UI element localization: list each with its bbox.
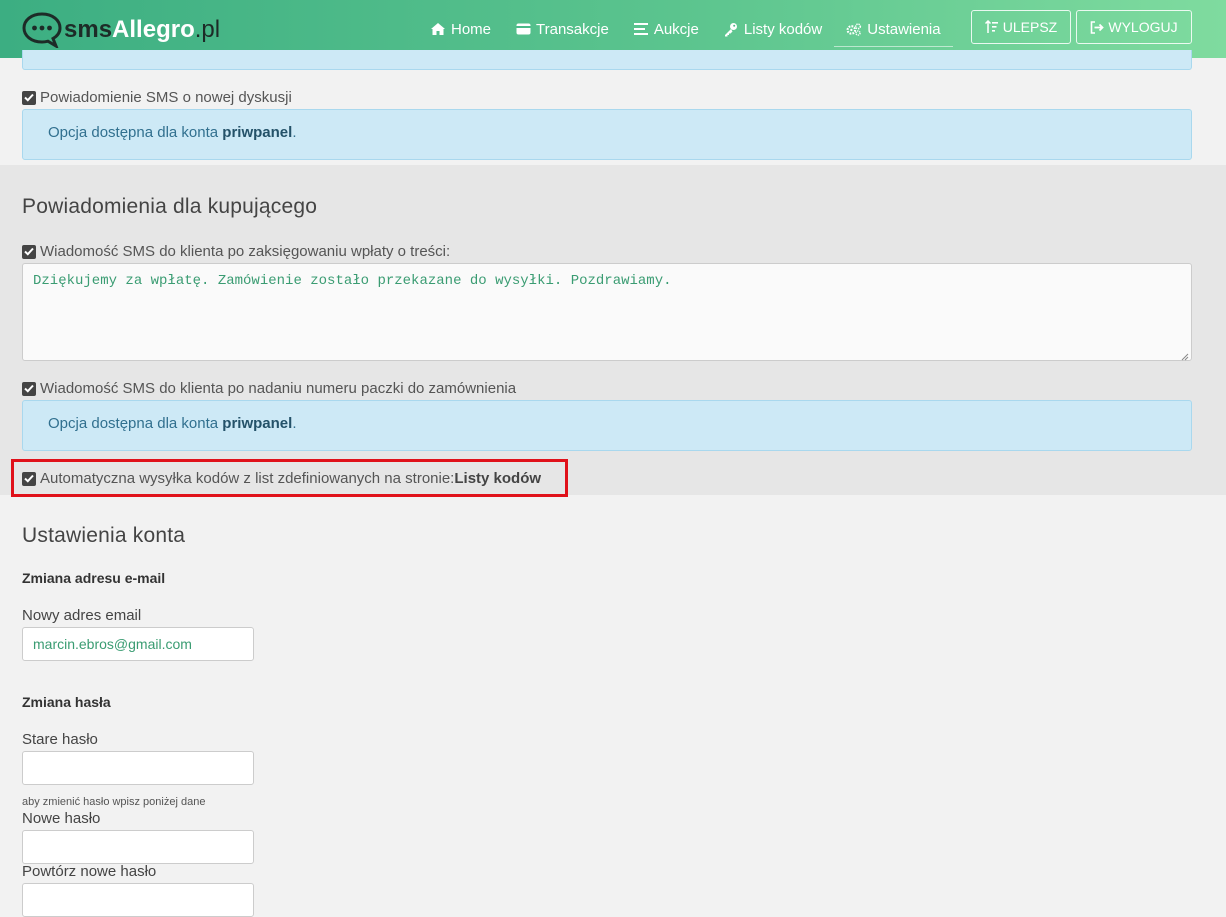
discussion-sms-checkbox-row[interactable]: Powiadomienie SMS o nowej dyskusji xyxy=(22,89,292,106)
sort-amount-icon xyxy=(984,20,999,34)
email-change-heading: Zmiana adresu e-mail xyxy=(22,570,166,586)
home-icon xyxy=(430,21,446,37)
checkbox-checked-icon[interactable] xyxy=(22,90,36,105)
discussion-sms-label: Powiadomienie SMS o nowej dyskusji xyxy=(40,89,292,106)
logout-button[interactable]: WYLOGUJ xyxy=(1076,10,1192,44)
logo-sms: sms xyxy=(64,16,113,43)
parcel-sms-label: Wiadomość SMS do klienta po nadaniu nume… xyxy=(40,380,517,397)
chat-bubble-logo-icon xyxy=(22,12,62,50)
email-value: marcin.ebros@gmail.com xyxy=(33,636,192,652)
nav-label-ustawienia: Ustawienia xyxy=(867,20,941,38)
password-change-heading: Zmiana hasła xyxy=(22,694,111,710)
resize-grip-icon[interactable] xyxy=(1181,350,1189,361)
site-logo[interactable]: smsAllegro.pl xyxy=(22,10,220,50)
account-settings-heading: Ustawienia konta xyxy=(22,524,186,547)
info-prefix: Opcja dostępna dla konta xyxy=(48,124,223,141)
info-box-discussion: Opcja dostępna dla konta priwpanel. xyxy=(22,109,1192,160)
info-plan: priwpanel xyxy=(222,124,293,141)
info-suffix: . xyxy=(292,124,297,141)
info-plan: priwpanel xyxy=(222,415,293,432)
highlight-box xyxy=(11,459,568,497)
email-label: Nowy adres email xyxy=(22,607,142,624)
new-password-label: Nowe hasło xyxy=(22,810,101,827)
info-prefix: Opcja dostępna dla konta xyxy=(48,415,223,432)
key-icon xyxy=(723,21,739,37)
buyer-notifications-heading: Powiadomienia dla kupującego xyxy=(22,195,318,218)
repeat-password-label: Powtórz nowe hasło xyxy=(22,863,157,880)
logout-label: WYLOGUJ xyxy=(1108,19,1178,35)
nav-label-transakcje: Transakcje xyxy=(536,20,609,38)
sign-out-icon xyxy=(1090,20,1105,34)
parcel-sms-checkbox-row[interactable]: Wiadomość SMS do klienta po nadaniu nume… xyxy=(22,380,516,397)
repeat-password-field[interactable] xyxy=(22,883,254,917)
logo-pl: .pl xyxy=(194,16,221,43)
cogs-icon xyxy=(846,21,862,37)
new-password-field[interactable] xyxy=(22,830,254,864)
email-field[interactable]: marcin.ebros@gmail.com xyxy=(22,627,254,661)
nav-label-home: Home xyxy=(451,20,492,38)
nav-label-listy-kodow: Listy kodów xyxy=(743,20,823,38)
payment-sms-label: Wiadomość SMS do klienta po zaksięgowani… xyxy=(40,243,451,260)
credit-card-icon xyxy=(515,21,531,37)
checkbox-checked-icon[interactable] xyxy=(22,244,36,259)
upgrade-label: ULEPSZ xyxy=(1002,19,1058,35)
logo-allegro: Allegro xyxy=(112,16,195,43)
info-box-parcel: Opcja dostępna dla konta priwpanel. xyxy=(22,400,1192,451)
info-box-previous xyxy=(22,50,1192,70)
payment-sms-checkbox-row[interactable]: Wiadomość SMS do klienta po zaksięgowani… xyxy=(22,243,450,260)
old-password-field[interactable] xyxy=(22,751,254,785)
upgrade-button[interactable]: ULEPSZ xyxy=(971,10,1071,44)
logo-text: smsAllegro.pl xyxy=(64,16,220,44)
payment-sms-textarea[interactable]: Dziękujemy za wpłatę. Zamówienie zostało… xyxy=(22,263,1192,361)
checkbox-checked-icon[interactable] xyxy=(22,381,36,396)
info-suffix: . xyxy=(292,415,297,432)
old-password-label: Stare hasło xyxy=(22,731,98,748)
payment-sms-text: Dziękujemy za wpłatę. Zamówienie zostało… xyxy=(33,273,672,289)
nav-label-aukcje: Aukcje xyxy=(653,20,699,38)
password-help-text: aby zmienić hasło wpisz poniżej dane xyxy=(22,796,206,808)
list-icon xyxy=(633,21,649,37)
